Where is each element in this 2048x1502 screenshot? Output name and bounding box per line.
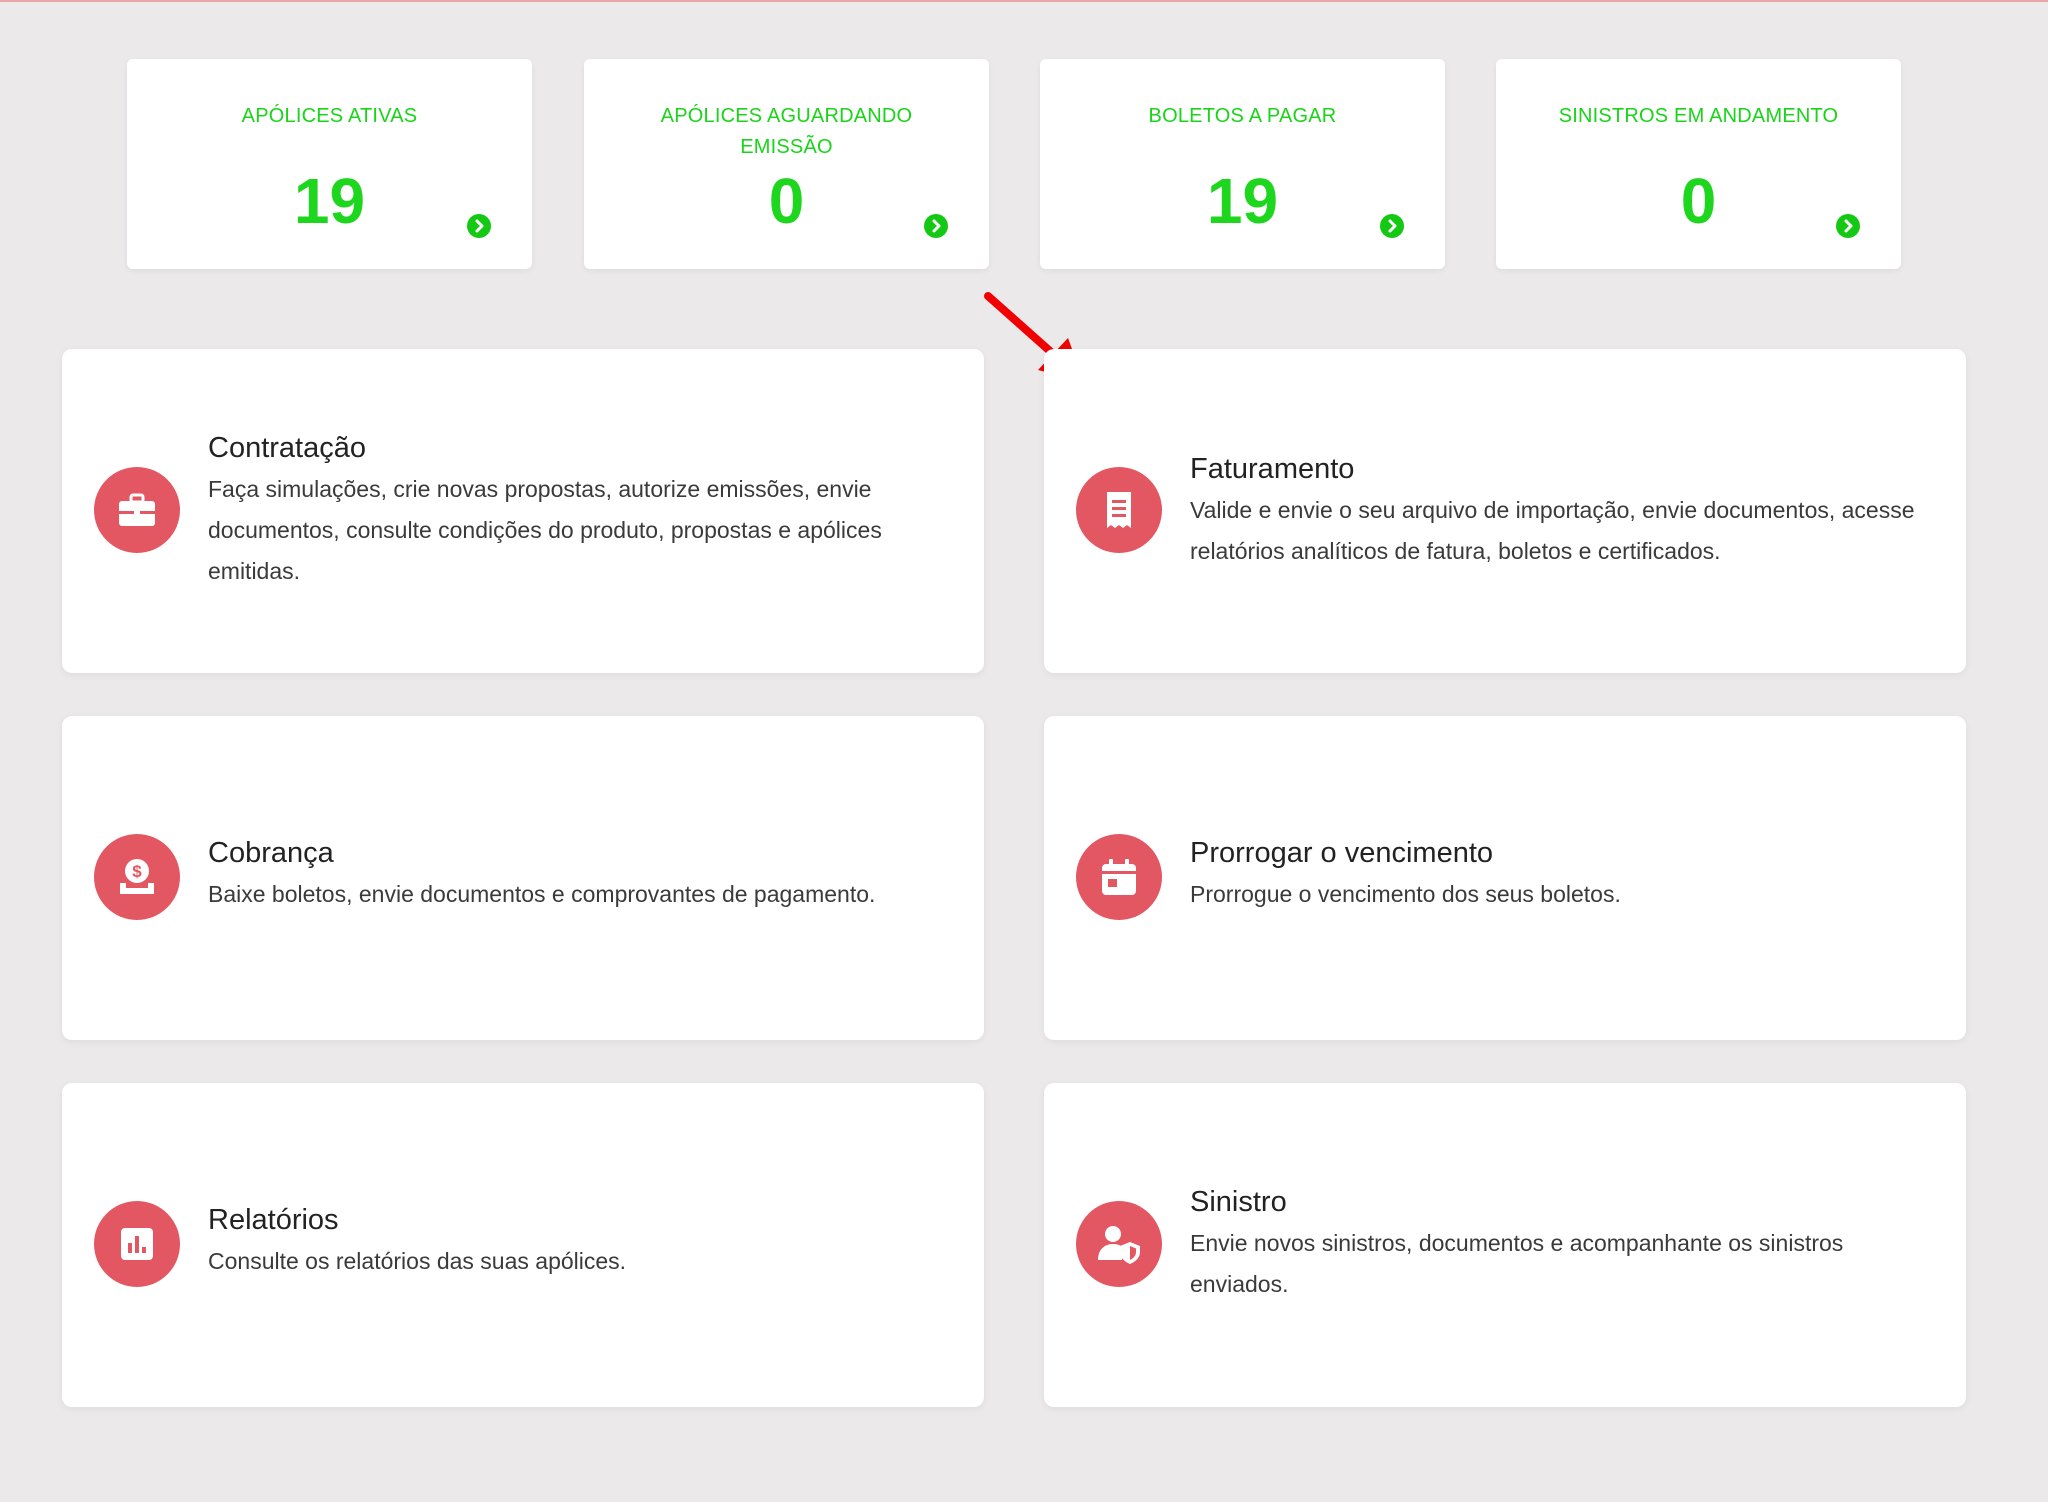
stat-label: APÓLICES ATIVAS <box>241 105 418 127</box>
svg-text:$: $ <box>132 862 142 881</box>
card-description: Baixe boletos, envie documentos e compro… <box>208 881 876 907</box>
card-text: Sinistro Envie novos sinistros, document… <box>1190 1183 1916 1305</box>
card-contratacao[interactable]: Contratação Faça simulações, crie novas … <box>62 349 984 673</box>
chevron-right-circle-icon[interactable] <box>467 214 491 238</box>
calendar-icon <box>1076 834 1162 920</box>
card-text: Relatórios Consulte os relatórios das su… <box>208 1201 934 1282</box>
card-description: Valide e envie o seu arquivo de importaç… <box>1190 497 1915 564</box>
card-title: Cobrança <box>208 837 334 869</box>
card-text: Contratação Faça simulações, crie novas … <box>208 429 934 592</box>
card-cobranca[interactable]: $ Cobrança Baixe boletos, envie document… <box>62 716 984 1040</box>
stat-label: APÓLICES AGUARDANDO EMISSÃO <box>660 105 913 158</box>
chevron-right-circle-icon[interactable] <box>1836 214 1860 238</box>
card-text: Cobrança Baixe boletos, envie documentos… <box>208 834 934 915</box>
card-prorrogar-vencimento[interactable]: Prorrogar o vencimento Prorrogue o venci… <box>1044 716 1966 1040</box>
card-text: Prorrogar o vencimento Prorrogue o venci… <box>1190 834 1916 915</box>
card-title: Contratação <box>208 432 366 464</box>
card-relatorios[interactable]: Relatórios Consulte os relatórios das su… <box>62 1083 984 1407</box>
stat-label: SINISTROS EM ANDAMENTO <box>1558 105 1839 127</box>
card-description: Consulte os relatórios das suas apólices… <box>208 1248 627 1274</box>
bar-chart-icon <box>94 1201 180 1287</box>
money-tray-icon: $ <box>94 834 180 920</box>
chevron-right-circle-icon[interactable] <box>924 214 948 238</box>
card-title: Faturamento <box>1190 453 1355 485</box>
card-description: Envie novos sinistros, documentos e acom… <box>1190 1230 1844 1297</box>
receipt-icon <box>1076 467 1162 553</box>
card-description: Faça simulações, crie novas propostas, a… <box>208 476 882 584</box>
card-faturamento[interactable]: Faturamento Valide e envie o seu arquivo… <box>1044 349 1966 673</box>
stat-card-apolices-ativas[interactable]: APÓLICES ATIVAS 19 <box>127 59 532 269</box>
card-title: Relatórios <box>208 1204 339 1236</box>
stat-card-apolices-aguardando[interactable]: APÓLICES AGUARDANDO EMISSÃO 0 <box>584 59 989 269</box>
stat-card-boletos-a-pagar[interactable]: BOLETOS A PAGAR 19 <box>1040 59 1445 269</box>
user-shield-icon <box>1076 1201 1162 1287</box>
card-title: Sinistro <box>1190 1186 1287 1218</box>
stat-card-sinistros-em-andamento[interactable]: SINISTROS EM ANDAMENTO 0 <box>1496 59 1901 269</box>
card-description: Prorrogue o vencimento dos seus boletos. <box>1190 881 1621 907</box>
card-text: Faturamento Valide e envie o seu arquivo… <box>1190 450 1916 572</box>
card-sinistro[interactable]: Sinistro Envie novos sinistros, document… <box>1044 1083 1966 1407</box>
chevron-right-circle-icon[interactable] <box>1380 214 1404 238</box>
briefcase-icon <box>94 467 180 553</box>
top-border <box>0 0 2048 2</box>
card-title: Prorrogar o vencimento <box>1190 837 1494 869</box>
stat-label: BOLETOS A PAGAR <box>1148 105 1337 127</box>
